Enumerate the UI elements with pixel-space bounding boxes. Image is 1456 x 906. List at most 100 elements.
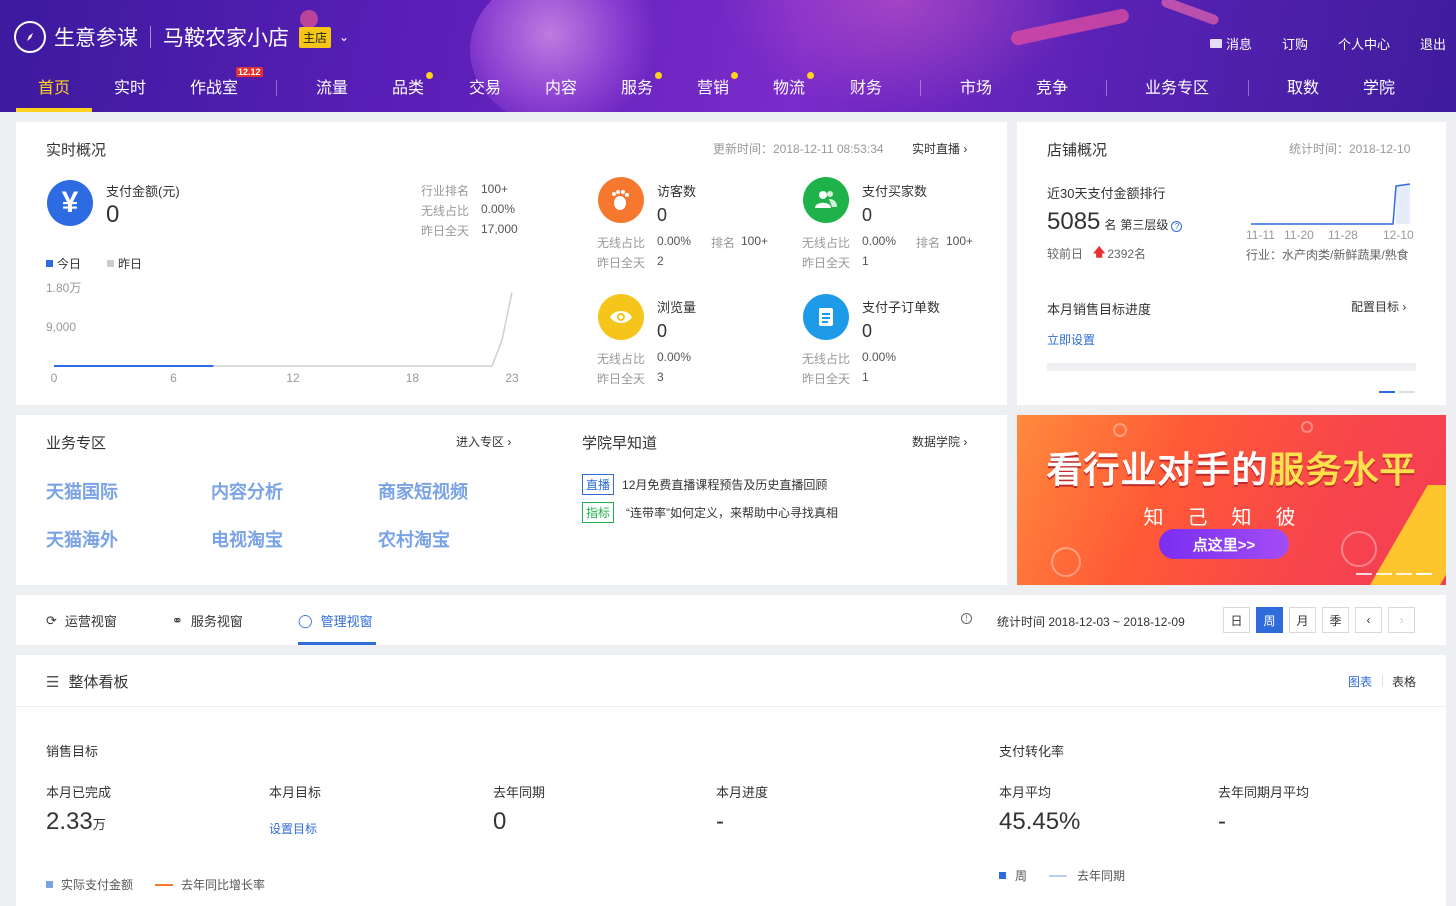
pageviews-label: 浏览量 (657, 300, 697, 315)
help-icon[interactable]: ? (1171, 221, 1183, 232)
nav-home[interactable]: 首页 (15, 74, 93, 112)
chevron-right-icon: › (507, 435, 512, 449)
config-target-link[interactable]: 配置目标 › (1351, 298, 1406, 315)
nav-realtime[interactable]: 实时 (114, 74, 146, 112)
rank-value: 5085 (1047, 208, 1101, 235)
eye-icon (598, 294, 644, 340)
industry-rank-label: 行业排名 (421, 184, 470, 198)
live-link[interactable]: 实时直播 › (912, 140, 967, 157)
prev-label: 较前日 (1047, 247, 1084, 261)
nav-market[interactable]: 市场 (960, 74, 992, 112)
prev-change: 2392名 (1107, 247, 1147, 261)
headset-icon: ⚭ (172, 612, 183, 628)
nav-marketing[interactable]: 营销 (697, 72, 739, 112)
brand: 生意参谋 马鞍农家小店 主店 ⌄ (14, 20, 349, 54)
chart-legend: 今日 昨日 (46, 255, 142, 272)
news-item[interactable]: 直播 12月免费直播课程预告及历史直播回顾 (582, 474, 827, 495)
sales-target-title: 本月销售目标进度 (1047, 302, 1152, 317)
buyers-yesterday-label: 昨日全天 (802, 256, 851, 270)
main-nav: 首页 实时 作战室 12.12 流量 品类 交易 内容 服务 营销 物流 财务 市… (0, 64, 1456, 112)
enter-zone-link[interactable]: 进入专区 › (456, 433, 511, 450)
nav-warroom[interactable]: 作战室 12.12 (190, 67, 263, 112)
last-year-label: 去年同期 (493, 785, 546, 800)
legend-yoy-growth[interactable]: 去年同比增长率 (181, 876, 265, 893)
buyers-icon (803, 177, 849, 223)
zone-tv-taobao[interactable]: 电视淘宝 (211, 526, 283, 552)
promo-banner[interactable]: 看行业对手的服务水平 知己知彼 点这里>> (1017, 415, 1446, 585)
nav-logistics[interactable]: 物流 (773, 72, 815, 112)
pageviews-value: 0 (657, 321, 668, 341)
x-tick-label: 23 (505, 371, 519, 385)
legend-last-year[interactable]: 去年同期 (1077, 867, 1125, 884)
shop-name[interactable]: 马鞍农家小店 (163, 22, 289, 52)
next-period-button[interactable]: › (1388, 607, 1415, 633)
nav-service[interactable]: 服务 (621, 72, 663, 112)
completed-value: 2.33 万 (46, 808, 106, 835)
tab-service[interactable]: ⚭ 服务视窗 (172, 611, 243, 630)
legend-yesterday[interactable]: 昨日 (118, 255, 142, 272)
chevron-right-icon: › (963, 435, 968, 449)
chevron-down-icon[interactable]: ⌄ (339, 30, 349, 44)
news-item[interactable]: 指标 “连带率”如何定义，来帮助中心寻找真相 (582, 502, 838, 523)
logout-link[interactable]: 退出 (1420, 34, 1446, 53)
buyers-wireless-value: 0.00% (862, 234, 897, 248)
compass-logo-icon[interactable] (14, 21, 46, 53)
info-icon[interactable]: ! (961, 613, 972, 624)
realtime-title: 实时概况 (46, 142, 107, 159)
nav-traffic[interactable]: 流量 (316, 74, 348, 112)
suborders-value: 0 (862, 321, 873, 341)
chevron-right-icon: › (1402, 300, 1407, 314)
banner-cta-button[interactable]: 点这里>> (1159, 529, 1289, 559)
news-text: 12月免费直播课程预告及历史直播回顾 (622, 478, 828, 492)
nav-academy[interactable]: 学院 (1363, 74, 1395, 112)
view-chart-toggle[interactable]: 图表 (1348, 673, 1372, 690)
zone-tmall-intl[interactable]: 天猫国际 (46, 478, 118, 504)
nav-category[interactable]: 品类 (392, 72, 434, 112)
banner-subtitle: 知己知彼 (1143, 507, 1320, 529)
zone-tmall-overseas[interactable]: 天猫海外 (46, 526, 118, 552)
buyers-yesterday-value: 1 (862, 254, 869, 268)
period-month[interactable]: 月 (1289, 607, 1316, 633)
legend-today[interactable]: 今日 (57, 255, 81, 272)
period-week[interactable]: 周 (1256, 607, 1283, 633)
nav-data-fetch[interactable]: 取数 (1287, 74, 1319, 112)
rank-trend-chart (1251, 183, 1411, 225)
prev-period-button[interactable]: ‹ (1355, 607, 1382, 633)
arrow-up-icon: 🡅 (1093, 245, 1106, 259)
app-title[interactable]: 生意参谋 (54, 22, 138, 52)
metric-tag: 指标 (582, 502, 615, 523)
month-progress-value: - (716, 808, 724, 835)
shop-badge: 主店 (299, 26, 332, 48)
set-now-link[interactable]: 立即设置 (1047, 331, 1095, 348)
period-day[interactable]: 日 (1223, 607, 1250, 633)
visitors-label: 访客数 (657, 184, 697, 199)
buyers-rank-label: 排名 (916, 236, 941, 250)
legend-actual-pay[interactable]: 实际支付金额 (61, 876, 133, 893)
conv-avg-value: 45.45% (999, 808, 1081, 835)
nav-compete[interactable]: 竞争 (1036, 74, 1068, 112)
x-tick-label: 6 (170, 371, 177, 385)
data-academy-link[interactable]: 数据学院 › (912, 433, 967, 450)
zone-short-video[interactable]: 商家短视频 (378, 478, 468, 504)
subscribe-link[interactable]: 订购 (1282, 34, 1308, 53)
carousel-dots (1352, 573, 1432, 575)
completed-label: 本月已完成 (46, 785, 112, 800)
y-tick-label: 1.80万 (46, 281, 81, 295)
academy-title: 学院早知道 (582, 435, 658, 452)
user-center-link[interactable]: 个人中心 (1338, 34, 1390, 53)
zone-content-analysis[interactable]: 内容分析 (211, 478, 283, 504)
mail-icon (1209, 39, 1222, 48)
tab-management[interactable]: ◯ 管理视窗 (298, 611, 373, 630)
nav-trade[interactable]: 交易 (469, 74, 501, 112)
legend-week[interactable]: 周 (1015, 867, 1027, 884)
tab-operations[interactable]: ⟳ 运营视窗 (46, 611, 117, 630)
nav-business-zone[interactable]: 业务专区 (1145, 74, 1209, 112)
nav-finance[interactable]: 财务 (850, 74, 882, 112)
nav-content[interactable]: 内容 (545, 74, 577, 112)
medal-icon: ◯ (298, 612, 313, 628)
period-quarter[interactable]: 季 (1322, 607, 1349, 633)
set-target-link[interactable]: 设置目标 (269, 820, 317, 837)
view-table-toggle[interactable]: 表格 (1392, 673, 1416, 690)
zone-rural-taobao[interactable]: 农村淘宝 (378, 526, 450, 552)
messages-link[interactable]: 消息 (1209, 34, 1252, 53)
